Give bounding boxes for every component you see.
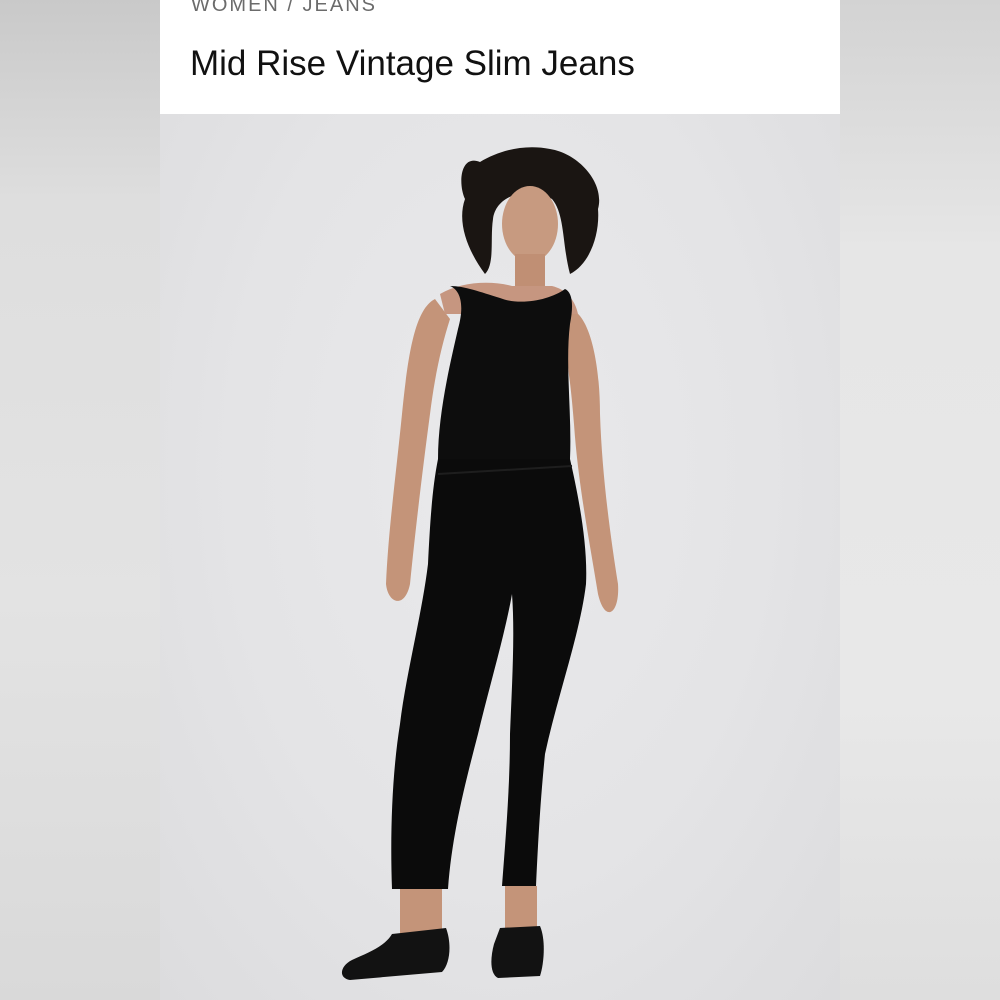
product-photo[interactable]: [160, 114, 840, 1000]
product-header: WOMEN / JEANS Mid Rise Vintage Slim Jean…: [160, 0, 840, 114]
blurred-background-right: [840, 0, 1000, 1000]
product-title: Mid Rise Vintage Slim Jeans: [190, 44, 635, 83]
model-illustration: [341, 147, 619, 980]
model-neck: [515, 254, 545, 286]
breadcrumb[interactable]: WOMEN / JEANS: [191, 0, 377, 17]
model-right-loafer: [491, 926, 544, 978]
blurred-background-left: [0, 0, 160, 1000]
model-left-loafer: [341, 928, 450, 980]
product-card: WOMEN / JEANS Mid Rise Vintage Slim Jean…: [160, 0, 840, 1000]
model-face: [502, 186, 558, 262]
model-jeans: [391, 459, 587, 889]
